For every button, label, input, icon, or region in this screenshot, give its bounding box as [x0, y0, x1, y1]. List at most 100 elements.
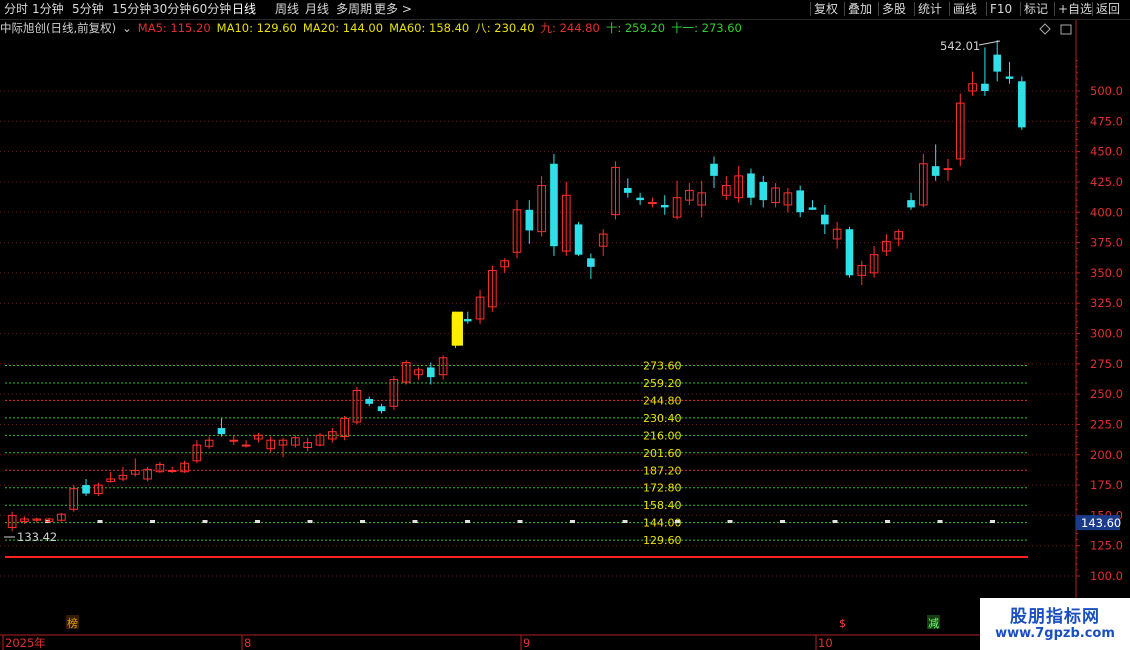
candle-body[interactable]: [747, 173, 755, 198]
high-price-label: 542.01: [940, 39, 980, 53]
price-tick-label: 250.0: [1090, 387, 1123, 401]
candle-body[interactable]: [759, 181, 768, 201]
candle-body[interactable]: [587, 258, 595, 267]
level-label: 187.20: [643, 464, 682, 477]
toolbar-separator: [1020, 2, 1021, 16]
period-tab-10[interactable]: 更多 >: [374, 1, 412, 17]
candle-body[interactable]: [648, 202, 657, 205]
period-tab-9[interactable]: 多周期: [336, 1, 372, 17]
dot-marker: [622, 520, 628, 523]
candle-body[interactable]: [365, 398, 374, 404]
period-tab-3[interactable]: 15分钟: [112, 1, 151, 17]
period-tab-2[interactable]: 5分钟: [72, 1, 104, 17]
candle-body[interactable]: [845, 229, 854, 276]
candle-body[interactable]: [550, 163, 558, 247]
candle-body[interactable]: [931, 166, 940, 176]
level-label: 244.80: [643, 394, 682, 407]
dot-marker: [885, 520, 890, 523]
toolbar-right-button-4[interactable]: 画线: [953, 1, 977, 17]
candle-body[interactable]: [624, 188, 632, 193]
low-price-label: 133.42: [17, 530, 57, 544]
candle-body[interactable]: [82, 485, 90, 494]
dot-marker: [150, 520, 155, 523]
period-tab-1[interactable]: 1分钟: [32, 1, 64, 17]
candle-body[interactable]: [796, 190, 805, 213]
price-tick-label: 350.0: [1090, 266, 1123, 280]
candle-body[interactable]: [993, 54, 1002, 72]
toolbar-right-button-0[interactable]: 复权: [814, 1, 838, 17]
dot-marker: [255, 520, 260, 523]
price-tick-label: 300.0: [1090, 327, 1123, 341]
candle-body[interactable]: [943, 168, 953, 171]
toolbar-separator: [1092, 2, 1093, 16]
dot-marker: [937, 520, 943, 523]
candle-body[interactable]: [377, 406, 386, 412]
level-label: 230.40: [643, 412, 682, 425]
dot-marker: [202, 520, 208, 523]
price-tick-label: 450.0: [1090, 145, 1123, 159]
price-tick-label: 500.0: [1090, 84, 1123, 98]
event-marker[interactable]: 减: [928, 617, 939, 630]
candle-body[interactable]: [981, 83, 989, 91]
candle-body[interactable]: [821, 214, 829, 225]
candle-body[interactable]: [217, 428, 226, 435]
level-label: 144.00: [643, 517, 682, 530]
event-marker[interactable]: 榜: [67, 616, 78, 630]
time-label: 9: [523, 636, 530, 650]
toolbar-separator: [878, 2, 879, 16]
dot-marker: [360, 520, 365, 523]
dot-marker: [307, 520, 313, 523]
level-label: 129.60: [643, 534, 682, 547]
candle-body[interactable]: [525, 209, 534, 231]
level-label: 172.80: [643, 482, 682, 495]
event-marker[interactable]: $: [839, 617, 846, 630]
candle-body[interactable]: [660, 204, 669, 208]
highlight-candle: [452, 311, 463, 346]
candle-body[interactable]: [808, 207, 817, 210]
level-label: 273.60: [643, 360, 682, 373]
dot-marker: [832, 520, 838, 523]
candle-body[interactable]: [907, 200, 915, 208]
candle-body[interactable]: [426, 367, 435, 378]
price-tick-label: 200.0: [1090, 448, 1123, 462]
candle-body[interactable]: [167, 470, 177, 473]
candle-body[interactable]: [1005, 76, 1014, 79]
candle-body[interactable]: [241, 444, 251, 447]
candle-body[interactable]: [463, 318, 472, 322]
toolbar-right-button-2[interactable]: 多股: [882, 1, 906, 17]
price-tick-label: 400.0: [1090, 205, 1123, 219]
toolbar-separator: [810, 2, 811, 16]
candle-body[interactable]: [574, 224, 583, 255]
current-price-label: 143.60: [1081, 516, 1121, 530]
toolbar-right-button-7[interactable]: +自选: [1058, 1, 1092, 17]
period-tab-4[interactable]: 30分钟: [152, 1, 191, 17]
dot-marker: [97, 520, 103, 523]
price-tick-label: 425.0: [1090, 175, 1123, 189]
period-tab-6[interactable]: 日线: [232, 1, 256, 17]
window-icon[interactable]: [1060, 24, 1072, 35]
diamond-icon[interactable]: [1039, 23, 1051, 35]
price-tick-label: 275.0: [1090, 357, 1123, 371]
level-label: 259.20: [643, 377, 682, 390]
kline-chart[interactable]: 500.0 475.0 450.0 425.0 400.0 375.0 350.0 325.0…: [0, 20, 1130, 650]
period-tab-0[interactable]: 分时: [4, 1, 28, 17]
toolbar-right-button-8[interactable]: 返回: [1096, 1, 1120, 17]
time-label: 2025年: [5, 636, 46, 650]
watermark-title: 股朋指标网: [1010, 607, 1100, 627]
period-tab-5[interactable]: 60分钟: [192, 1, 231, 17]
candle-body[interactable]: [710, 163, 718, 176]
period-tab-8[interactable]: 月线: [305, 1, 329, 17]
period-tab-7[interactable]: 周线: [275, 1, 299, 17]
price-tick-label: 100.0: [1090, 569, 1123, 583]
price-tick-label: 375.0: [1090, 236, 1123, 250]
toolbar-right-button-6[interactable]: 标记: [1024, 1, 1048, 17]
dot-marker: [517, 520, 523, 523]
candle-body[interactable]: [1018, 81, 1026, 128]
candle-body[interactable]: [636, 197, 644, 201]
toolbar-right-button-5[interactable]: F10: [990, 1, 1012, 17]
level-label: 158.40: [643, 499, 682, 512]
price-tick-label: 125.0: [1090, 539, 1123, 553]
toolbar-right-button-1[interactable]: 叠加: [848, 1, 872, 17]
toolbar-right-button-3[interactable]: 统计: [918, 1, 942, 17]
candle-body[interactable]: [229, 439, 239, 442]
